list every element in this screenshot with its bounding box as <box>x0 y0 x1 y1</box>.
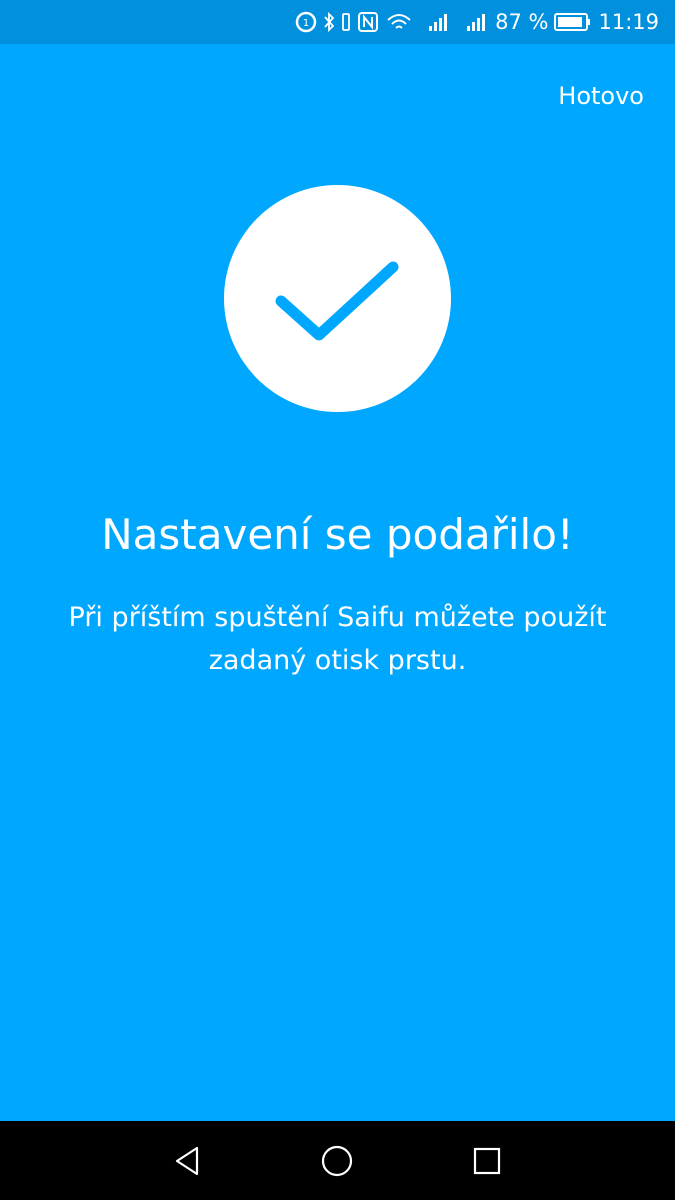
back-button[interactable] <box>167 1141 207 1181</box>
status-icons: 1 87 % 11:19 <box>295 0 659 44</box>
battery-icon <box>554 11 592 33</box>
vibrate-icon <box>341 11 351 33</box>
nfc-icon <box>357 11 379 33</box>
success-title: Nastavení se podařilo! <box>101 510 574 559</box>
signal-icon <box>465 11 489 33</box>
home-icon <box>321 1145 353 1177</box>
data-saver-icon: 1 <box>295 11 317 33</box>
wifi-icon <box>385 11 413 33</box>
svg-text:1: 1 <box>303 18 309 29</box>
navigation-bar <box>0 1121 675 1200</box>
recents-icon <box>473 1147 501 1175</box>
checkmark-icon <box>275 261 398 340</box>
success-screen: Hotovo Nastavení se podařilo! Při příští… <box>0 44 675 1121</box>
done-button[interactable]: Hotovo <box>558 82 644 110</box>
battery-percent: 87 % <box>495 9 549 34</box>
bluetooth-icon <box>323 11 335 33</box>
home-button[interactable] <box>317 1141 357 1181</box>
success-message: Při příštím spuštění Saifu můžete použít… <box>68 602 607 676</box>
status-bar: 1 87 % 11:19 <box>0 0 675 44</box>
back-icon <box>175 1146 199 1176</box>
clock: 11:19 <box>598 9 659 34</box>
success-circle <box>224 185 451 412</box>
recents-button[interactable] <box>467 1141 507 1181</box>
signal-icon <box>427 11 451 33</box>
